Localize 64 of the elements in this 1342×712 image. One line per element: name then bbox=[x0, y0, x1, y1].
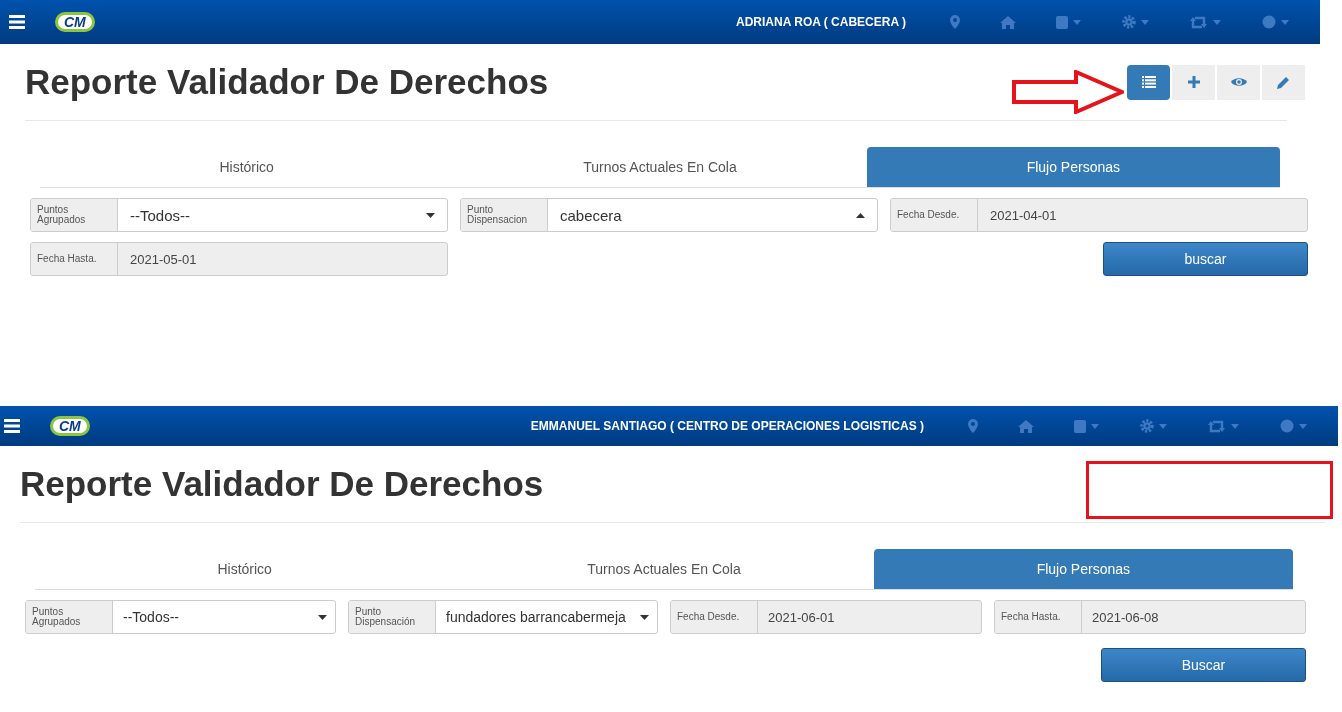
square-dropdown-icon[interactable] bbox=[1074, 419, 1100, 433]
page-title: Reporte Validador De Derechos bbox=[25, 62, 549, 102]
date-field[interactable]: Fecha Hasta. 2021-06-08 bbox=[994, 600, 1306, 634]
user-dropdown-icon[interactable] bbox=[1262, 15, 1290, 29]
field-value: 2021-06-08 bbox=[1091, 609, 1160, 625]
field-label: Fecha Hasta. bbox=[995, 601, 1082, 633]
list-icon bbox=[1141, 76, 1156, 88]
field-label: Fecha Hasta. bbox=[31, 243, 118, 275]
field-label: Punto Dispensación bbox=[349, 601, 436, 633]
field-value: fundadores barrancabermeja bbox=[445, 609, 627, 625]
tab[interactable]: Flujo Personas bbox=[873, 549, 1293, 589]
plus-button[interactable] bbox=[1172, 64, 1215, 100]
caret-up-icon bbox=[856, 212, 865, 218]
caret-down-icon bbox=[640, 614, 649, 620]
eye-icon bbox=[1230, 77, 1247, 87]
field-label: Fecha Desde. bbox=[891, 199, 978, 231]
home-icon[interactable] bbox=[1000, 15, 1016, 29]
menu-icon[interactable] bbox=[9, 15, 25, 29]
location-pin-icon[interactable] bbox=[968, 419, 978, 433]
logo[interactable]: CM bbox=[50, 416, 90, 436]
field-value: 2021-06-01 bbox=[767, 609, 836, 625]
dropdown-field[interactable]: Puntos Agrupados --Todos-- bbox=[25, 600, 336, 634]
field-label: Puntos Agrupados bbox=[31, 199, 118, 231]
tab[interactable]: Flujo Personas bbox=[866, 147, 1280, 187]
search-button[interactable]: Buscar bbox=[1101, 648, 1306, 682]
search-button[interactable]: buscar bbox=[1103, 242, 1308, 276]
field-value: --Todos-- bbox=[122, 609, 180, 625]
page-title: Reporte Validador De Derechos bbox=[20, 464, 544, 504]
menu-icon[interactable] bbox=[4, 419, 20, 433]
field-value: 2021-05-01 bbox=[129, 251, 198, 267]
field-value: cabecera bbox=[559, 206, 623, 224]
dropdown-field[interactable]: Puntos Agrupados --Todos-- bbox=[30, 198, 448, 232]
tab[interactable]: Turnos Actuales En Cola bbox=[454, 549, 874, 589]
pencil-icon bbox=[1277, 75, 1290, 89]
field-label: Punto Dispensacion bbox=[461, 199, 548, 231]
eye-button[interactable] bbox=[1217, 64, 1260, 100]
list-button[interactable] bbox=[1127, 64, 1170, 100]
date-field[interactable]: Fecha Hasta. 2021-05-01 bbox=[30, 242, 448, 276]
date-field[interactable]: Fecha Desde. 2021-06-01 bbox=[670, 600, 982, 634]
home-icon[interactable] bbox=[1018, 419, 1034, 433]
user-name[interactable]: EMMANUEL SANTIAGO ( CENTRO DE OPERACIONES LOGISTICAS ) bbox=[530, 419, 924, 433]
field-label: Fecha Desde. bbox=[671, 601, 758, 633]
field-label: Puntos Agrupados bbox=[26, 601, 113, 633]
gear-dropdown-icon[interactable] bbox=[1140, 419, 1168, 433]
caret-down-icon bbox=[318, 614, 327, 620]
field-value: 2021-04-01 bbox=[989, 207, 1058, 223]
retweet-dropdown-icon[interactable] bbox=[1190, 15, 1222, 29]
user-name[interactable]: ADRIANA ROA ( CABECERA ) bbox=[736, 15, 906, 29]
retweet-dropdown-icon[interactable] bbox=[1208, 419, 1240, 433]
tab[interactable]: Histórico bbox=[40, 147, 454, 187]
field-value: --Todos-- bbox=[129, 206, 191, 224]
plus-icon bbox=[1187, 76, 1200, 88]
date-field[interactable]: Fecha Desde. 2021-04-01 bbox=[890, 198, 1308, 232]
tab[interactable]: Histórico bbox=[35, 549, 455, 589]
caret-down-icon bbox=[426, 212, 435, 218]
gear-dropdown-icon[interactable] bbox=[1122, 15, 1150, 29]
logo[interactable]: CM bbox=[55, 12, 95, 32]
dropdown-field[interactable]: Punto Dispensación fundadores barrancabermeja bbox=[348, 600, 658, 634]
dropdown-field[interactable]: Punto Dispensacion cabecera bbox=[460, 198, 878, 232]
location-pin-icon[interactable] bbox=[950, 15, 960, 29]
square-dropdown-icon[interactable] bbox=[1056, 15, 1082, 29]
tab[interactable]: Turnos Actuales En Cola bbox=[453, 147, 867, 187]
pencil-button[interactable] bbox=[1262, 64, 1305, 100]
user-dropdown-icon[interactable] bbox=[1280, 419, 1308, 433]
